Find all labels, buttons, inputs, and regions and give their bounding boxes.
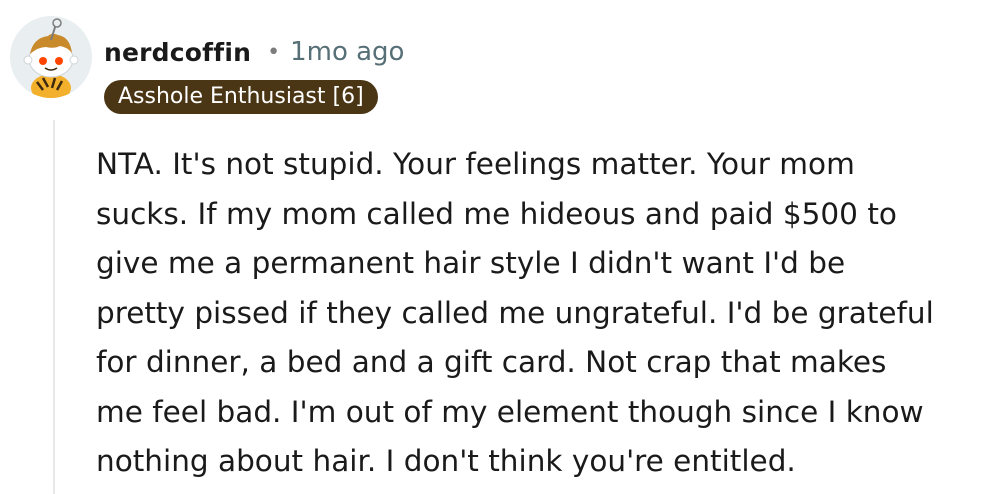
user-flair-badge: Asshole Enthusiast [6] [104,80,378,114]
comment-body-line: nothing about hair. I don't think you're… [96,444,796,478]
comment-body-line: pretty pissed if they called me ungratef… [96,295,934,330]
comment-body: NTA. It's not stupid. Your feelings matt… [96,140,971,487]
thread-collapse-line[interactable] [53,120,55,494]
comment-body-line: give me a permanent hair style I didn't … [96,246,846,280]
comment-body-line: for dinner, a bed and a gift card. Not c… [96,345,887,379]
meta-separator: • [267,39,281,65]
comment-body-line: sucks. If my mom called me hideous and p… [96,196,897,231]
snoo-avatar-icon[interactable] [10,16,92,98]
username-link[interactable]: nerdcoffin [104,38,251,67]
comment: nerdcoffin • 1mo ago Asshole Enthusiast … [0,0,983,494]
comment-meta: nerdcoffin • 1mo ago [104,30,404,74]
comment-timestamp[interactable]: 1mo ago [290,37,404,67]
comment-body-line: me feel bad. I'm out of my element thoug… [96,394,924,429]
comment-body-line: NTA. It's not stupid. Your feelings matt… [96,147,855,181]
